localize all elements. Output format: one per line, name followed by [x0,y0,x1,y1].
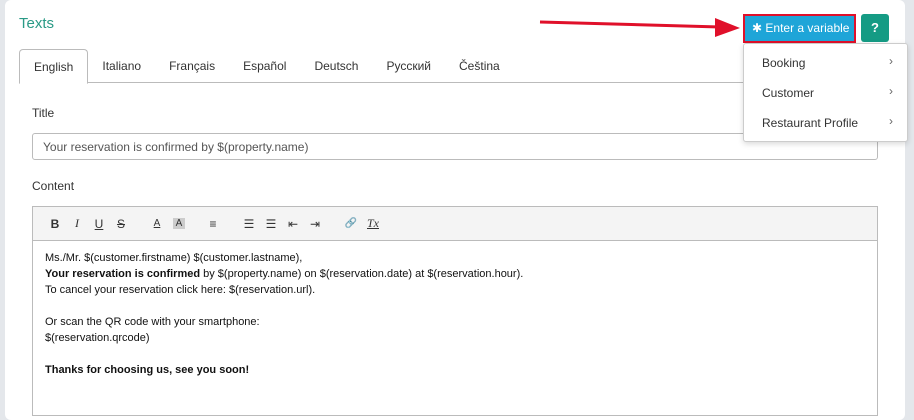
content-line: $(reservation.qrcode) [45,332,150,344]
enter-variable-button[interactable]: ✱ Enter a variable [743,14,856,43]
title-label: Title [32,106,55,120]
font-color-icon[interactable]: A [147,218,167,229]
indent-icon[interactable]: ⇥ [305,217,325,231]
tab-deutsch[interactable]: Deutsch [300,49,372,83]
editor-toolbar: B I U S A A ≡ ☰ ☰ ⇤ ⇥ 🔗 Tx [33,207,877,241]
content-line: Your reservation is confirmed by $(prope… [45,266,865,282]
tab-espanol[interactable]: Español [229,49,300,83]
tab-russian[interactable]: Русский [372,49,445,83]
tab-italiano[interactable]: Italiano [88,49,155,83]
enter-variable-label: Enter a variable [765,21,850,35]
ordered-list-icon[interactable]: ☰ [239,217,259,231]
content-label: Content [32,179,75,193]
menu-item-customer[interactable]: Customer › [744,78,907,108]
bold-icon[interactable]: B [45,217,65,231]
tab-english[interactable]: English [19,49,89,84]
content-line: Or scan the QR code with your smartphone… [45,316,260,328]
content-line: Thanks for choosing us, see you soon! [45,364,250,376]
content-line: Ms./Mr. $(customer.firstname) $(customer… [45,252,303,264]
tab-francais[interactable]: Français [155,49,229,83]
bullet-list-icon[interactable]: ☰ [261,217,281,231]
content-line: To cancel your reservation click here: $… [45,284,316,296]
help-button[interactable]: ? [861,14,889,42]
italic-icon[interactable]: I [67,216,87,231]
menu-item-booking[interactable]: Booking › [744,48,907,78]
link-icon[interactable]: 🔗 [341,218,361,229]
chevron-right-icon: › [889,114,893,128]
variable-dropdown-menu: Booking › Customer › Restaurant Profile › [743,43,908,142]
menu-item-restaurant-profile[interactable]: Restaurant Profile › [744,108,907,138]
editor-body[interactable]: Ms./Mr. $(customer.firstname) $(customer… [33,241,877,387]
menu-item-label: Restaurant Profile [762,116,859,130]
tab-cestina[interactable]: Čeština [445,49,514,83]
content-text: by $(property.name) on $(reservation.dat… [200,268,524,280]
background-color-icon[interactable]: A [173,218,185,229]
chevron-right-icon: › [889,84,893,98]
strikethrough-icon[interactable]: S [111,217,131,231]
section-title: Texts [19,15,55,32]
menu-item-label: Customer [762,86,815,100]
menu-item-label: Booking [762,56,806,70]
outdent-icon[interactable]: ⇤ [283,217,303,231]
asterisk-icon: ✱ [752,21,763,35]
content-editor: B I U S A A ≡ ☰ ☰ ⇤ ⇥ 🔗 Tx Ms./Mr. $(cus… [32,206,878,416]
chevron-right-icon: › [889,54,893,68]
clear-format-icon[interactable]: Tx [363,216,383,231]
bold-text: Your reservation is confirmed [45,268,201,280]
align-left-icon[interactable]: ≡ [203,217,223,231]
underline-icon[interactable]: U [89,217,109,231]
red-arrow-annotation [539,18,740,37]
